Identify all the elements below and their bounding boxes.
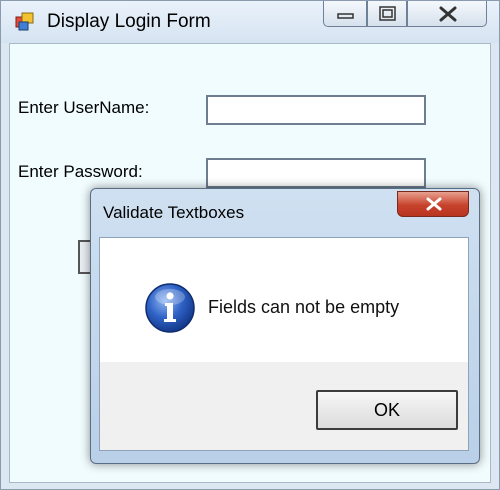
dialog-body: Fields can not be empty OK <box>99 237 469 451</box>
window-title: Display Login Form <box>47 11 211 32</box>
dialog-title: Validate Textboxes <box>103 203 245 222</box>
message-box: Validate Textboxes Fields can not be emp… <box>90 188 480 464</box>
close-icon <box>426 197 442 211</box>
maximize-button[interactable] <box>367 1 407 27</box>
password-label: Enter Password: <box>18 162 143 181</box>
dialog-close-button[interactable] <box>397 191 469 217</box>
info-icon <box>144 282 196 334</box>
dialog-message: Fields can not be empty <box>208 297 400 317</box>
minimize-button[interactable] <box>323 1 367 27</box>
title-bar[interactable]: Display Login Form <box>1 1 499 43</box>
password-input[interactable] <box>206 158 426 188</box>
minimize-icon <box>337 13 354 19</box>
app-icon <box>15 12 35 32</box>
close-icon <box>439 6 457 22</box>
ok-button-label: OK <box>373 399 400 420</box>
username-label: Enter UserName: <box>18 98 150 117</box>
close-button[interactable] <box>407 1 487 27</box>
ok-button[interactable]: OK <box>316 390 458 430</box>
username-input[interactable] <box>206 95 426 125</box>
maximize-icon <box>379 6 396 21</box>
